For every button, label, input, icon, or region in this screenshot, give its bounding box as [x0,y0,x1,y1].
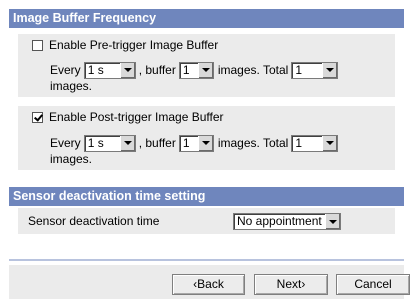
divider [9,259,404,261]
post-total-select[interactable]: 1 [291,134,339,152]
post-buffer-select[interactable]: 1 [178,134,214,152]
cancel-button[interactable]: Cancel [336,274,410,295]
post-trigger-panel: Enable Post-trigger Image Buffer Every 1… [18,106,395,170]
chevron-down-icon [322,62,338,78]
pre-images-end-text: images. [50,79,93,93]
pre-total-select[interactable]: 1 [291,61,339,79]
sensor-deactivation-label: Sensor deactivation time [28,214,160,228]
sensor-deactivation-select[interactable]: No appointment [233,213,341,230]
post-images-end-text: images. [50,152,93,166]
post-interval-select[interactable]: 1 s [83,134,136,152]
pre-buffer-select[interactable]: 1 [178,61,214,79]
section-header-sensor: Sensor deactivation time setting [9,187,404,206]
pre-images-total-text: images. Total [217,63,289,77]
pre-interval-select[interactable]: 1 s [83,61,136,79]
chevron-down-icon [119,62,135,78]
post-images-total-text: images. Total [217,136,289,150]
post-trigger-checkbox[interactable] [32,111,43,123]
post-every-text: Every [50,136,81,150]
chevron-down-icon [197,62,213,78]
post-trigger-settings-line: Every 1 s , buffer 1 images. Total 1 [50,134,339,152]
pre-every-text: Every [50,63,81,77]
pre-trigger-settings-line: Every 1 s , buffer 1 images. Total 1 [50,61,339,79]
pre-trigger-label: Enable Pre-trigger Image Buffer [49,38,219,52]
chevron-down-icon [197,135,213,151]
post-trigger-checkbox-row[interactable]: Enable Post-trigger Image Buffer [18,106,224,128]
post-trigger-label: Enable Post-trigger Image Buffer [49,110,224,124]
back-button[interactable]: ‹Back [172,274,245,295]
pre-trigger-checkbox-row[interactable]: Enable Pre-trigger Image Buffer [18,34,218,56]
pre-trigger-panel: Enable Pre-trigger Image Buffer Every 1 … [18,34,395,97]
pre-trigger-checkbox[interactable] [32,39,43,51]
pre-buffer-text: , buffer [138,63,176,77]
button-bar: ‹Back Next› Cancel [9,265,410,299]
chevron-down-icon [325,214,340,229]
post-buffer-text: , buffer [138,136,176,150]
sensor-panel: Sensor deactivation time No appointment [18,208,395,234]
section-header-image-buffer: Image Buffer Frequency [9,9,404,28]
next-button[interactable]: Next› [254,274,328,295]
chevron-down-icon [322,135,338,151]
chevron-down-icon [119,135,135,151]
